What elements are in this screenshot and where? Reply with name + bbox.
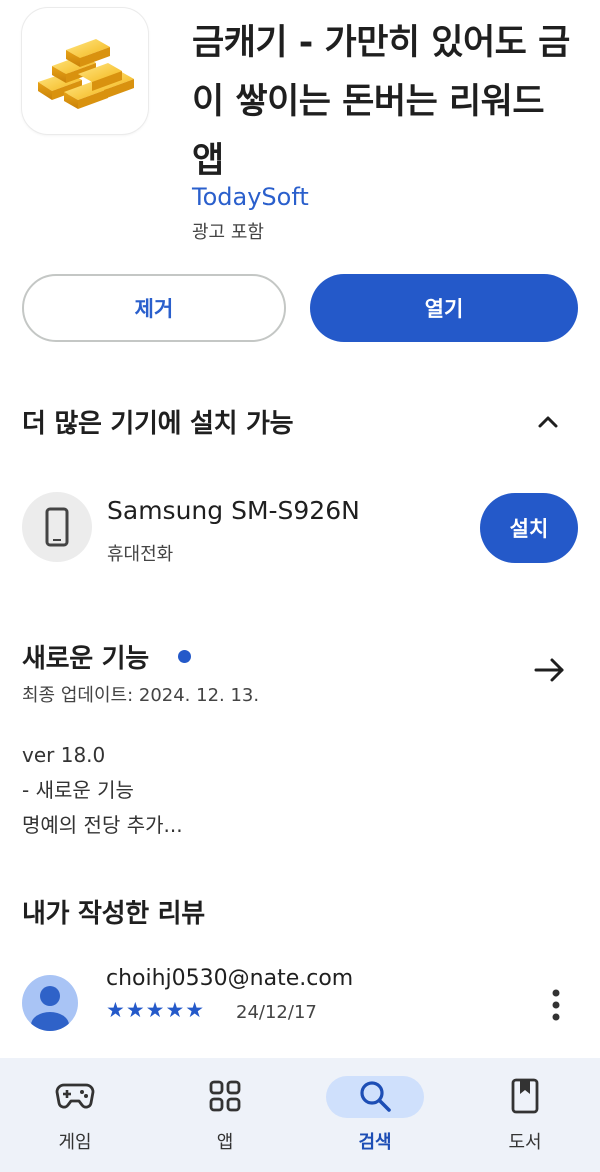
more-options-icon[interactable] (548, 988, 564, 1022)
nav-games[interactable]: 게임 (0, 1058, 150, 1172)
app-title: 금캐기 - 가만히 있어도 금이 쌓이는 돈버는 리워드 앱 (192, 23, 570, 181)
gold-bars-icon (38, 39, 134, 109)
nav-label-search: 검색 (358, 1132, 392, 1153)
release-note-line: - 새로운 기능 (22, 778, 134, 802)
nav-label-games: 게임 (58, 1132, 92, 1153)
nav-books[interactable]: 도서 (450, 1058, 600, 1172)
my-review-title: 내가 작성한 리뷰 (22, 899, 205, 929)
person-icon (31, 986, 69, 1031)
whats-new-title[interactable]: 새로운 기능 (22, 638, 149, 675)
nav-apps[interactable]: 앱 (150, 1058, 300, 1172)
new-indicator-dot (178, 650, 191, 663)
open-button[interactable]: 열기 (310, 274, 578, 342)
device-name: Samsung SM-S926N (107, 496, 360, 525)
arrow-right-icon[interactable] (532, 654, 568, 686)
chevron-up-icon[interactable] (528, 406, 568, 436)
install-button[interactable]: 설치 (480, 493, 578, 563)
release-notes: ver 18.0 - 새로운 기능 명예의 전당 추가... (22, 738, 183, 843)
release-note-line: 명예의 전당 추가... (22, 813, 183, 837)
nav-label-books: 도서 (508, 1132, 542, 1153)
review-date: 24/12/17 (236, 1002, 317, 1023)
developer-link[interactable]: TodaySoft (192, 183, 309, 211)
gamepad-icon (52, 1076, 98, 1116)
apps-grid-icon (202, 1076, 248, 1116)
remove-button[interactable]: 제거 (22, 274, 286, 342)
ads-label: 광고 포함 (192, 222, 264, 243)
rating-stars: ★★★★★ (106, 998, 206, 1022)
book-icon (502, 1076, 548, 1116)
phone-icon (45, 507, 69, 547)
avatar (22, 975, 78, 1031)
nav-search[interactable]: 검색 (300, 1058, 450, 1172)
app-icon (22, 8, 148, 134)
reviewer-email: choihj0530@nate.com (106, 966, 354, 991)
last-updated: 최종 업데이트: 2024. 12. 13. (22, 685, 260, 706)
search-icon (352, 1076, 398, 1116)
bottom-navigation: 게임 앱 검색 도서 (0, 1058, 600, 1172)
device-icon-circle (22, 492, 92, 562)
devices-section-title: 더 많은 기기에 설치 가능 (22, 409, 294, 439)
release-note-line: ver 18.0 (22, 743, 106, 767)
nav-label-apps: 앱 (216, 1132, 234, 1153)
device-type: 휴대전화 (107, 544, 174, 565)
